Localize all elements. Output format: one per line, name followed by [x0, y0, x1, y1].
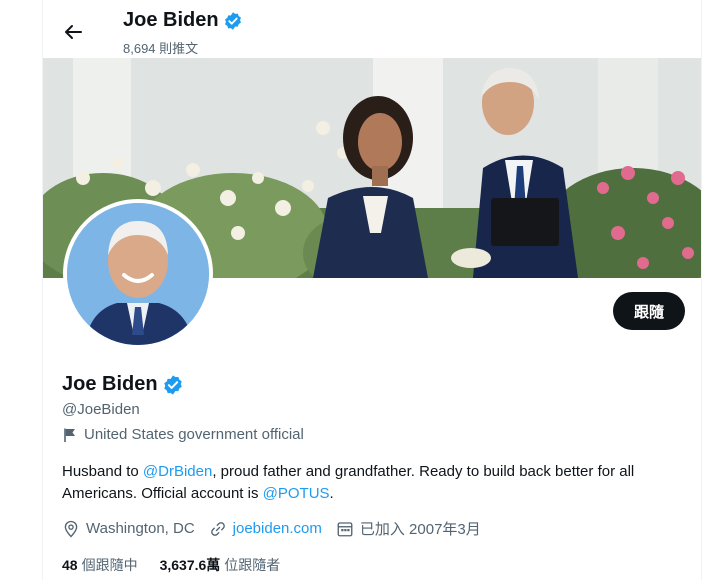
profile-meta: Washington, DC joebiden.com 已加入 2007年3月: [62, 518, 495, 539]
website-link[interactable]: joebiden.com: [233, 520, 322, 537]
header-name: Joe Biden: [123, 9, 219, 31]
tweet-count: 8,694 則推文: [123, 41, 199, 56]
profile-bio: Husband to @DrBiden, proud father and gr…: [62, 461, 692, 505]
joined-text: 已加入 2007年3月: [359, 521, 481, 538]
calendar-icon: [337, 521, 353, 536]
flag-icon: [64, 428, 75, 442]
profile-column: Joe Biden 8,694 則推文 跟隨 Joe Biden @JoeBid…: [42, 0, 702, 580]
link-icon: [210, 521, 225, 536]
followers-stat[interactable]: 3,637.6萬 位跟隨者: [160, 555, 281, 575]
followers-label: 位跟隨者: [224, 557, 281, 573]
bio-text: .: [329, 485, 334, 502]
affiliation-text: United States government official: [84, 426, 304, 443]
affiliation-label: United States government official: [62, 426, 304, 443]
back-button[interactable]: [57, 16, 89, 48]
website-item[interactable]: joebiden.com: [209, 520, 322, 538]
mention-link-potus[interactable]: @POTUS: [263, 485, 330, 502]
mention-link-drbiden[interactable]: @DrBiden: [143, 463, 212, 480]
header-title: Joe Biden: [123, 9, 243, 32]
following-count: 48: [62, 557, 78, 573]
location-pin-icon: [64, 520, 78, 537]
followers-count: 3,637.6萬: [159, 557, 221, 573]
top-bar: Joe Biden 8,694 則推文: [43, 0, 701, 58]
verified-badge-icon[interactable]: [162, 374, 184, 396]
location-text: Washington, DC: [86, 520, 195, 537]
location-item: Washington, DC: [62, 520, 195, 538]
profile-name-row: Joe Biden: [62, 373, 184, 396]
back-arrow-icon: [65, 25, 82, 39]
profile-avatar[interactable]: [63, 199, 213, 349]
profile-handle: @JoeBiden: [62, 401, 140, 418]
following-label: 個跟隨中: [81, 557, 138, 573]
bio-text: Husband to: [62, 463, 143, 480]
following-stat[interactable]: 48 個跟隨中: [62, 555, 138, 575]
follow-button[interactable]: 跟隨: [613, 292, 685, 330]
profile-name: Joe Biden: [62, 373, 158, 395]
verified-badge-icon: [224, 11, 241, 30]
joined-item: 已加入 2007年3月: [336, 518, 481, 539]
follow-stats: 48 個跟隨中 3,637.6萬 位跟隨者: [62, 555, 280, 575]
